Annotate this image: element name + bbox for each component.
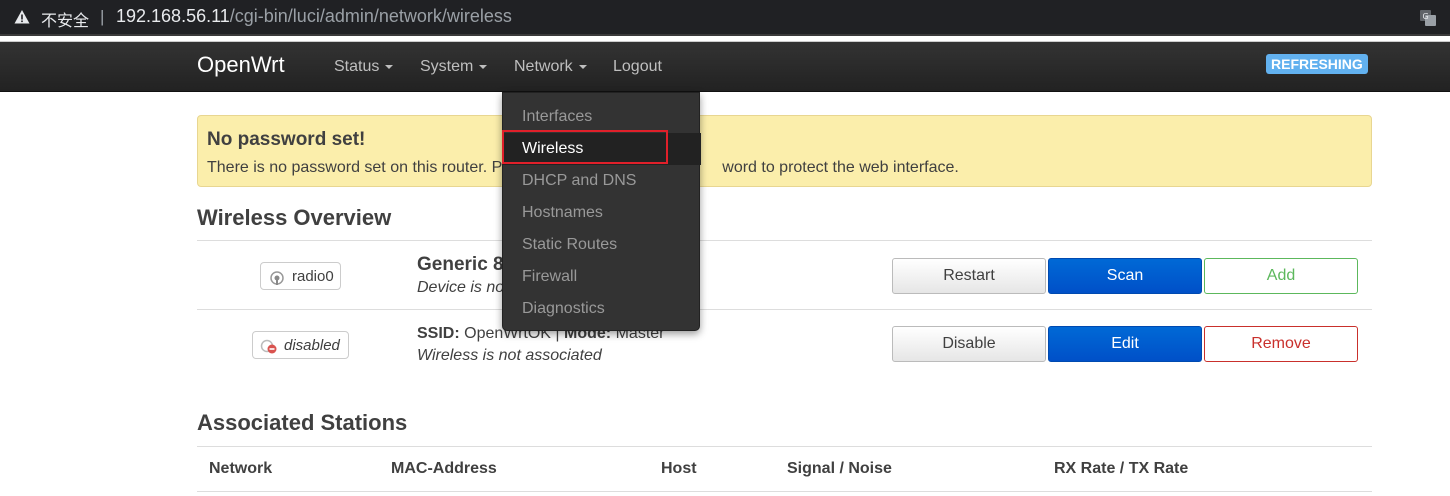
url-host: 192.168.56.11 — [116, 6, 230, 26]
association-status: Wireless is not associated — [417, 347, 602, 364]
alert-title: No password set! — [207, 129, 366, 150]
column-network: Network — [209, 460, 273, 477]
divider — [197, 240, 1372, 241]
svg-text:G: G — [1423, 12, 1429, 21]
nav-status-label: Status — [334, 58, 380, 75]
nav-system[interactable]: System — [420, 58, 488, 76]
disable-button[interactable]: Disable — [892, 326, 1046, 362]
scan-button[interactable]: Scan — [1048, 258, 1202, 294]
radio-badge: radio0 — [260, 262, 341, 290]
caret-down-icon — [578, 64, 587, 69]
column-host: Host — [661, 460, 697, 477]
add-button[interactable]: Add — [1204, 258, 1358, 294]
url-text[interactable]: 192.168.56.11/cgi-bin/luci/admin/network… — [116, 6, 512, 27]
wifi-radio-icon — [270, 271, 284, 285]
nav-logout[interactable]: Logout — [613, 58, 662, 76]
restart-button[interactable]: Restart — [892, 258, 1046, 294]
device-subtitle: Device is no — [417, 279, 505, 296]
remove-button[interactable]: Remove — [1204, 326, 1358, 362]
menu-item-diagnostics[interactable]: Diagnostics — [503, 293, 701, 325]
alert-text-end: word to protect the web interface. — [722, 159, 959, 176]
alert-text-start: There is no password set on this router.… — [207, 159, 503, 176]
stations-table-header: Network MAC-Address Host Signal / Noise … — [197, 446, 1372, 492]
nav-network[interactable]: Network — [514, 58, 587, 76]
security-separator: | — [100, 7, 105, 26]
menu-item-static-routes[interactable]: Static Routes — [503, 229, 701, 261]
top-navbar: OpenWrt Status System Network Logout REF… — [0, 42, 1450, 92]
url-path: /cgi-bin/luci/admin/network/wireless — [229, 6, 512, 26]
refreshing-badge[interactable]: REFRESHING — [1266, 54, 1368, 74]
ssid-label: SSID: — [417, 325, 460, 342]
column-mac-address: MAC-Address — [391, 460, 497, 477]
column-signal-noise: Signal / Noise — [787, 460, 892, 477]
nav-system-label: System — [420, 58, 474, 75]
network-dropdown-menu: Interfaces Wireless DHCP and DNS Hostnam… — [502, 92, 701, 331]
nav-status[interactable]: Status — [334, 58, 394, 76]
wifi-disabled-icon — [260, 339, 277, 354]
brand-logo[interactable]: OpenWrt — [197, 52, 285, 78]
divider — [197, 309, 1372, 310]
warning-triangle-icon[interactable] — [14, 9, 30, 25]
device-title: Generic 8 — [417, 254, 504, 275]
menu-item-hostnames[interactable]: Hostnames — [503, 197, 701, 229]
menu-item-interfaces[interactable]: Interfaces — [503, 101, 701, 133]
nav-network-label: Network — [514, 58, 573, 75]
browser-address-bar[interactable]: 不安全 | 192.168.56.11/cgi-bin/luci/admin/n… — [0, 0, 1450, 36]
network-status-badge: disabled — [252, 331, 349, 359]
translate-icon[interactable]: G — [1419, 9, 1437, 27]
menu-item-dhcp-dns[interactable]: DHCP and DNS — [503, 165, 701, 197]
wireless-overview-title: Wireless Overview — [197, 205, 392, 230]
caret-down-icon — [479, 64, 488, 69]
menu-item-firewall[interactable]: Firewall — [503, 261, 701, 293]
nav-logout-label: Logout — [613, 58, 662, 75]
wireless-highlight-box — [502, 130, 668, 164]
radio-badge-label: radio0 — [292, 268, 334, 285]
no-password-alert: No password set! There is no password se… — [197, 115, 1372, 187]
security-label[interactable]: 不安全 — [41, 7, 89, 31]
associated-stations-title: Associated Stations — [197, 410, 408, 435]
network-status-label: disabled — [284, 337, 340, 354]
column-rx-tx-rate: RX Rate / TX Rate — [1054, 460, 1189, 477]
edit-button[interactable]: Edit — [1048, 326, 1202, 362]
caret-down-icon — [385, 64, 394, 69]
